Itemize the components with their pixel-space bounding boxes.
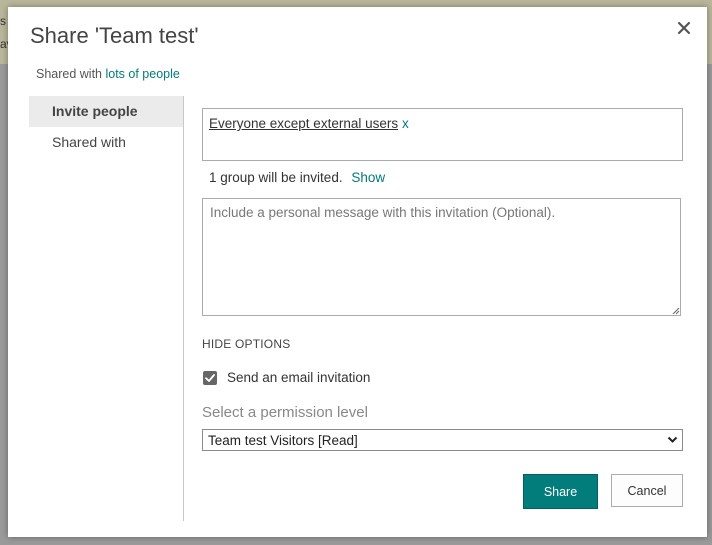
permission-level-value: Team test Visitors [Read] [208, 433, 358, 448]
close-button[interactable] [675, 19, 693, 37]
person-chip: Everyone except external users [209, 116, 399, 131]
personal-message-input[interactable] [202, 198, 681, 316]
shared-with-prefix: Shared with [36, 67, 106, 81]
dialog-title: Share 'Team test' [30, 23, 199, 48]
share-dialog: Share 'Team test' Shared with lots of pe… [8, 7, 707, 537]
group-invite-text: 1 group will be invited. [209, 170, 343, 185]
background-text-fragment: s [0, 14, 6, 28]
email-invitation-label: Send an email invitation [227, 370, 371, 385]
hide-options-toggle[interactable]: HIDE OPTIONS [202, 337, 290, 351]
permission-level-select[interactable]: Team test Visitors [Read] [202, 429, 683, 451]
resize-grip-icon[interactable] [672, 307, 680, 315]
checkmark-icon [205, 374, 215, 382]
permission-level-label: Select a permission level [202, 404, 368, 421]
shared-with-link[interactable]: lots of people [105, 67, 179, 81]
email-invitation-checkbox[interactable] [203, 371, 217, 385]
remove-person-button[interactable]: x [402, 116, 409, 131]
shared-with-summary: Shared with lots of people [36, 67, 180, 81]
share-button[interactable]: Share [523, 474, 598, 509]
close-icon [677, 21, 691, 35]
people-picker[interactable]: Everyone except external users x [202, 108, 683, 161]
chevron-down-icon [667, 436, 678, 443]
show-group-link[interactable]: Show [351, 170, 385, 185]
sidebar-item-shared-with[interactable]: Shared with [29, 127, 183, 158]
sidebar: Invite people Shared with [29, 96, 184, 521]
cancel-button[interactable]: Cancel [611, 474, 683, 507]
sidebar-item-invite-people[interactable]: Invite people [29, 96, 183, 127]
group-invite-notice: 1 group will be invited. Show [209, 170, 385, 185]
